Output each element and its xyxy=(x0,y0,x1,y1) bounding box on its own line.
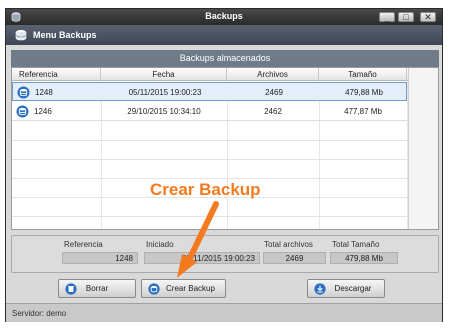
column-header-archivos[interactable]: Archivos xyxy=(227,68,319,81)
cell-referencia: 1246 xyxy=(34,107,52,116)
cell-fecha: 05/11/2015 19:00:23 xyxy=(128,88,202,97)
backups-table: Referencia Fecha Archivos Tamaño 1248 05… xyxy=(11,67,439,230)
database-icon xyxy=(15,30,27,41)
empty-row xyxy=(12,198,407,217)
minimize-button[interactable]: _ xyxy=(379,12,395,22)
column-header-tamano[interactable]: Tamaño xyxy=(319,68,407,81)
window-title: Backups xyxy=(205,11,243,21)
referencia-label: Referencia xyxy=(64,240,103,249)
crear-backup-button[interactable]: Crear Backup xyxy=(141,279,226,298)
iniciado-label: Iniciado xyxy=(146,240,174,249)
server-status: Servidor: demo xyxy=(12,309,67,318)
total-tamano-label: Total Tamaño xyxy=(332,240,380,249)
descargar-button[interactable]: Descargar xyxy=(307,279,385,298)
cell-archivos: 2469 xyxy=(265,88,283,97)
empty-row xyxy=(12,141,407,160)
borrar-button[interactable]: Borrar xyxy=(58,279,136,298)
column-header-fecha[interactable]: Fecha xyxy=(101,68,227,81)
menu-backups[interactable]: Menu Backups xyxy=(33,30,97,40)
cell-fecha: 29/10/2015 10:34:10 xyxy=(127,107,201,116)
cell-archivos: 2462 xyxy=(264,107,282,116)
section-title: Backups almacenados xyxy=(11,50,439,67)
borrar-label: Borrar xyxy=(85,284,109,293)
column-header-referencia[interactable]: Referencia xyxy=(12,68,101,81)
iniciado-value: 05/11/2015 19:00:23 xyxy=(144,252,260,264)
referencia-value: 1248 xyxy=(62,252,138,264)
total-archivos-value: 2469 xyxy=(263,252,326,264)
database-icon xyxy=(17,86,30,99)
maximize-button[interactable]: □ xyxy=(398,12,414,22)
table-row[interactable]: 1246 29/10/2015 10:34:10 2462 477,87 Mb xyxy=(12,102,407,121)
database-icon xyxy=(16,105,29,118)
close-button[interactable]: ✕ xyxy=(420,12,436,22)
menu-bar: Menu Backups xyxy=(6,25,442,45)
total-tamano-value: 479,88 Mb xyxy=(330,252,398,264)
backups-window: Backups _ □ ✕ Menu Backups Backups almac… xyxy=(5,8,443,322)
table-scrollbar[interactable] xyxy=(408,68,438,229)
details-panel: Referencia 1248 Iniciado 05/11/2015 19:0… xyxy=(11,235,439,273)
status-bar: Servidor: demo xyxy=(6,303,442,322)
cell-tamano: 477,87 Mb xyxy=(344,107,382,116)
empty-row xyxy=(12,122,407,141)
annotation-label: Crear Backup xyxy=(150,180,261,199)
total-archivos-label: Total archivos xyxy=(264,240,313,249)
table-row[interactable]: 1248 05/11/2015 19:00:23 2469 479,88 Mb xyxy=(12,82,407,101)
empty-row xyxy=(12,160,407,179)
table-header: Referencia Fecha Archivos Tamaño xyxy=(12,68,438,81)
cell-referencia: 1248 xyxy=(35,88,53,97)
minimize-icon: _ xyxy=(384,12,390,22)
title-bar: Backups _ □ ✕ xyxy=(6,9,442,25)
crear-backup-label: Crear Backup xyxy=(166,284,215,293)
descargar-label: Descargar xyxy=(334,284,372,293)
cell-tamano: 479,88 Mb xyxy=(345,88,383,97)
close-icon: ✕ xyxy=(424,12,432,22)
maximize-icon: □ xyxy=(403,12,409,22)
